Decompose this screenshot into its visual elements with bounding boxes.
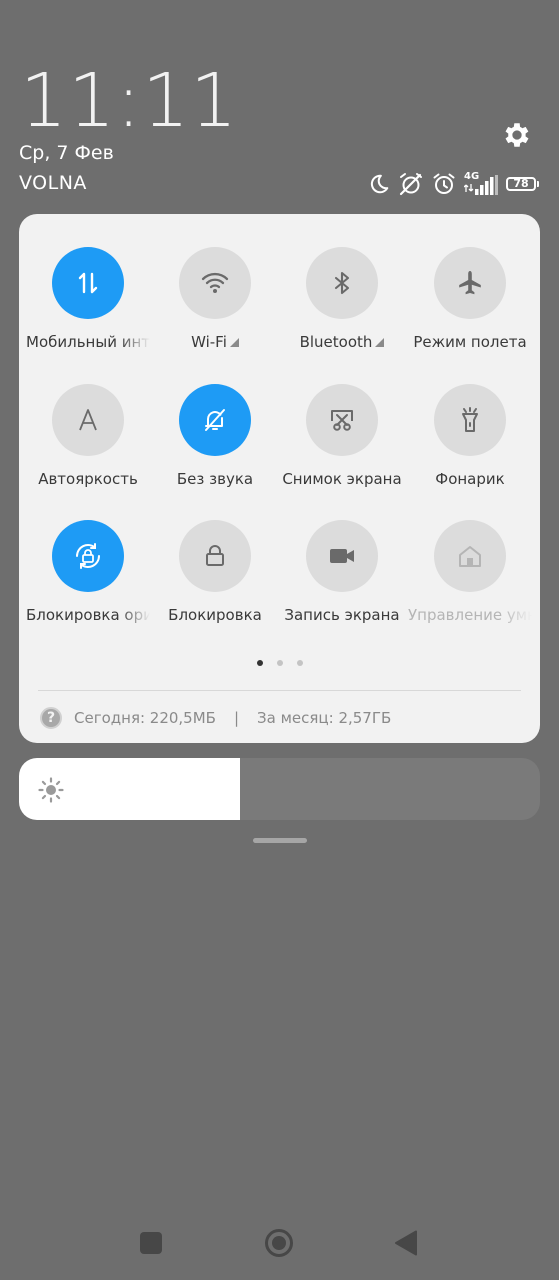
status-bar-icons: 4G 78 bbox=[368, 170, 539, 198]
tile-toggle[interactable] bbox=[52, 247, 124, 319]
tile-toggle[interactable] bbox=[306, 384, 378, 456]
clock[interactable]: 11:11 bbox=[20, 58, 238, 144]
silent-bell-icon bbox=[200, 405, 230, 435]
divider bbox=[38, 690, 521, 691]
page-dot[interactable] bbox=[276, 660, 283, 666]
tile-label-text: Wi-Fi bbox=[191, 333, 227, 351]
alarm-off-icon bbox=[399, 173, 422, 196]
tile-flashlight[interactable]: Фонарик bbox=[406, 384, 534, 488]
tile-wifi[interactable]: Wi-Fi bbox=[151, 247, 279, 351]
tile-airplane[interactable]: Режим полета bbox=[406, 247, 534, 351]
drag-handle[interactable] bbox=[253, 838, 307, 843]
tile-toggle[interactable] bbox=[179, 384, 251, 456]
tile-label: Wi-Fi bbox=[153, 333, 277, 351]
tile-label: Блокировка bbox=[153, 606, 277, 624]
lock-icon bbox=[200, 541, 230, 571]
tile-auto-brightness[interactable]: Автояркость bbox=[24, 384, 152, 488]
screenshot-scissors-icon bbox=[327, 405, 357, 435]
tile-label-text: Bluetooth bbox=[299, 333, 373, 351]
bluetooth-icon bbox=[327, 268, 357, 298]
sun-icon bbox=[38, 777, 64, 803]
tile-toggle[interactable] bbox=[306, 247, 378, 319]
back-button[interactable] bbox=[394, 1230, 418, 1256]
tile-home[interactable]: Управление умным домом bbox=[406, 520, 534, 624]
signal-icon: 4G bbox=[464, 171, 498, 195]
gear-icon[interactable] bbox=[501, 119, 533, 151]
tile-label-text: Запись экрана bbox=[284, 606, 400, 624]
quick-settings-panel: Мобильный интернет Wi-Fi Bluetooth Режим по… bbox=[19, 214, 540, 743]
tile-lock[interactable]: Блокировка bbox=[151, 520, 279, 624]
tile-toggle[interactable] bbox=[179, 520, 251, 592]
expand-arrow-icon bbox=[375, 338, 385, 347]
tile-toggle[interactable] bbox=[434, 520, 506, 592]
airplane-icon bbox=[455, 268, 485, 298]
carrier-name: VOLNA bbox=[19, 172, 87, 194]
tile-label-text: Блокировка ориентации bbox=[26, 606, 150, 624]
tile-screenshot-scissors[interactable]: Снимок экрана bbox=[278, 384, 406, 488]
wifi-icon bbox=[200, 268, 230, 298]
tile-toggle[interactable] bbox=[179, 247, 251, 319]
rotation-lock-icon bbox=[71, 539, 105, 573]
help-icon[interactable]: ? bbox=[40, 707, 62, 729]
mobile-data-icon bbox=[73, 268, 103, 298]
tile-label: Bluetooth bbox=[280, 333, 404, 351]
tile-toggle[interactable] bbox=[434, 384, 506, 456]
tile-label: Мобильный интернет bbox=[26, 333, 150, 351]
tile-label: Без звука bbox=[153, 470, 277, 488]
tile-video-camera[interactable]: Запись экрана bbox=[278, 520, 406, 624]
home-button[interactable] bbox=[264, 1228, 294, 1258]
tile-label: Управление умным домом bbox=[408, 606, 532, 624]
tile-silent-bell[interactable]: Без звука bbox=[151, 384, 279, 488]
tile-label-text: Автояркость bbox=[38, 470, 138, 488]
tile-label-text: Без звука bbox=[176, 470, 254, 488]
tile-bluetooth[interactable]: Bluetooth bbox=[278, 247, 406, 351]
tile-label-text: Фонарик bbox=[435, 470, 505, 488]
home-icon bbox=[455, 541, 485, 571]
page-indicator bbox=[19, 660, 540, 666]
tile-label-text: Блокировка bbox=[168, 606, 262, 624]
tile-mobile-data[interactable]: Мобильный интернет bbox=[24, 247, 152, 351]
tile-label: Режим полета bbox=[408, 333, 532, 351]
tile-toggle[interactable] bbox=[306, 520, 378, 592]
battery-icon: 78 bbox=[506, 177, 539, 191]
usage-today: Сегодня: 220,5МБ bbox=[74, 709, 216, 727]
alarm-icon bbox=[433, 173, 455, 194]
tile-toggle[interactable] bbox=[52, 520, 124, 592]
tile-label: Снимок экрана bbox=[280, 470, 404, 488]
tile-label-text: Снимок экрана bbox=[282, 470, 402, 488]
tile-label-text: Режим полета bbox=[413, 333, 527, 351]
battery-level: 78 bbox=[506, 177, 536, 191]
auto-brightness-icon bbox=[73, 405, 103, 435]
tile-toggle[interactable] bbox=[52, 384, 124, 456]
recent-apps-button[interactable] bbox=[140, 1232, 162, 1254]
date[interactable]: Ср, 7 Фев bbox=[19, 142, 114, 164]
tile-label: Фонарик bbox=[408, 470, 532, 488]
tile-label-text: Управление умным домом bbox=[408, 606, 532, 624]
expand-arrow-icon bbox=[229, 338, 239, 347]
tile-label-text: Мобильный интернет bbox=[26, 333, 150, 351]
usage-separator: | bbox=[233, 709, 240, 727]
tile-label: Блокировка ориентации bbox=[26, 606, 150, 624]
data-usage[interactable]: ? Сегодня: 220,5МБ | За месяц: 2,57ГБ bbox=[40, 706, 391, 730]
page-dot[interactable] bbox=[296, 660, 303, 666]
tile-label: Автояркость bbox=[26, 470, 150, 488]
tile-toggle[interactable] bbox=[434, 247, 506, 319]
usage-month: За месяц: 2,57ГБ bbox=[257, 709, 392, 727]
tile-rotation-lock[interactable]: Блокировка ориентации bbox=[24, 520, 152, 624]
tile-label: Запись экрана bbox=[280, 606, 404, 624]
moon-icon bbox=[370, 174, 389, 194]
video-camera-icon bbox=[327, 541, 357, 571]
page-dot[interactable] bbox=[256, 660, 263, 666]
brightness-slider[interactable] bbox=[19, 758, 540, 820]
flashlight-icon bbox=[455, 405, 485, 435]
